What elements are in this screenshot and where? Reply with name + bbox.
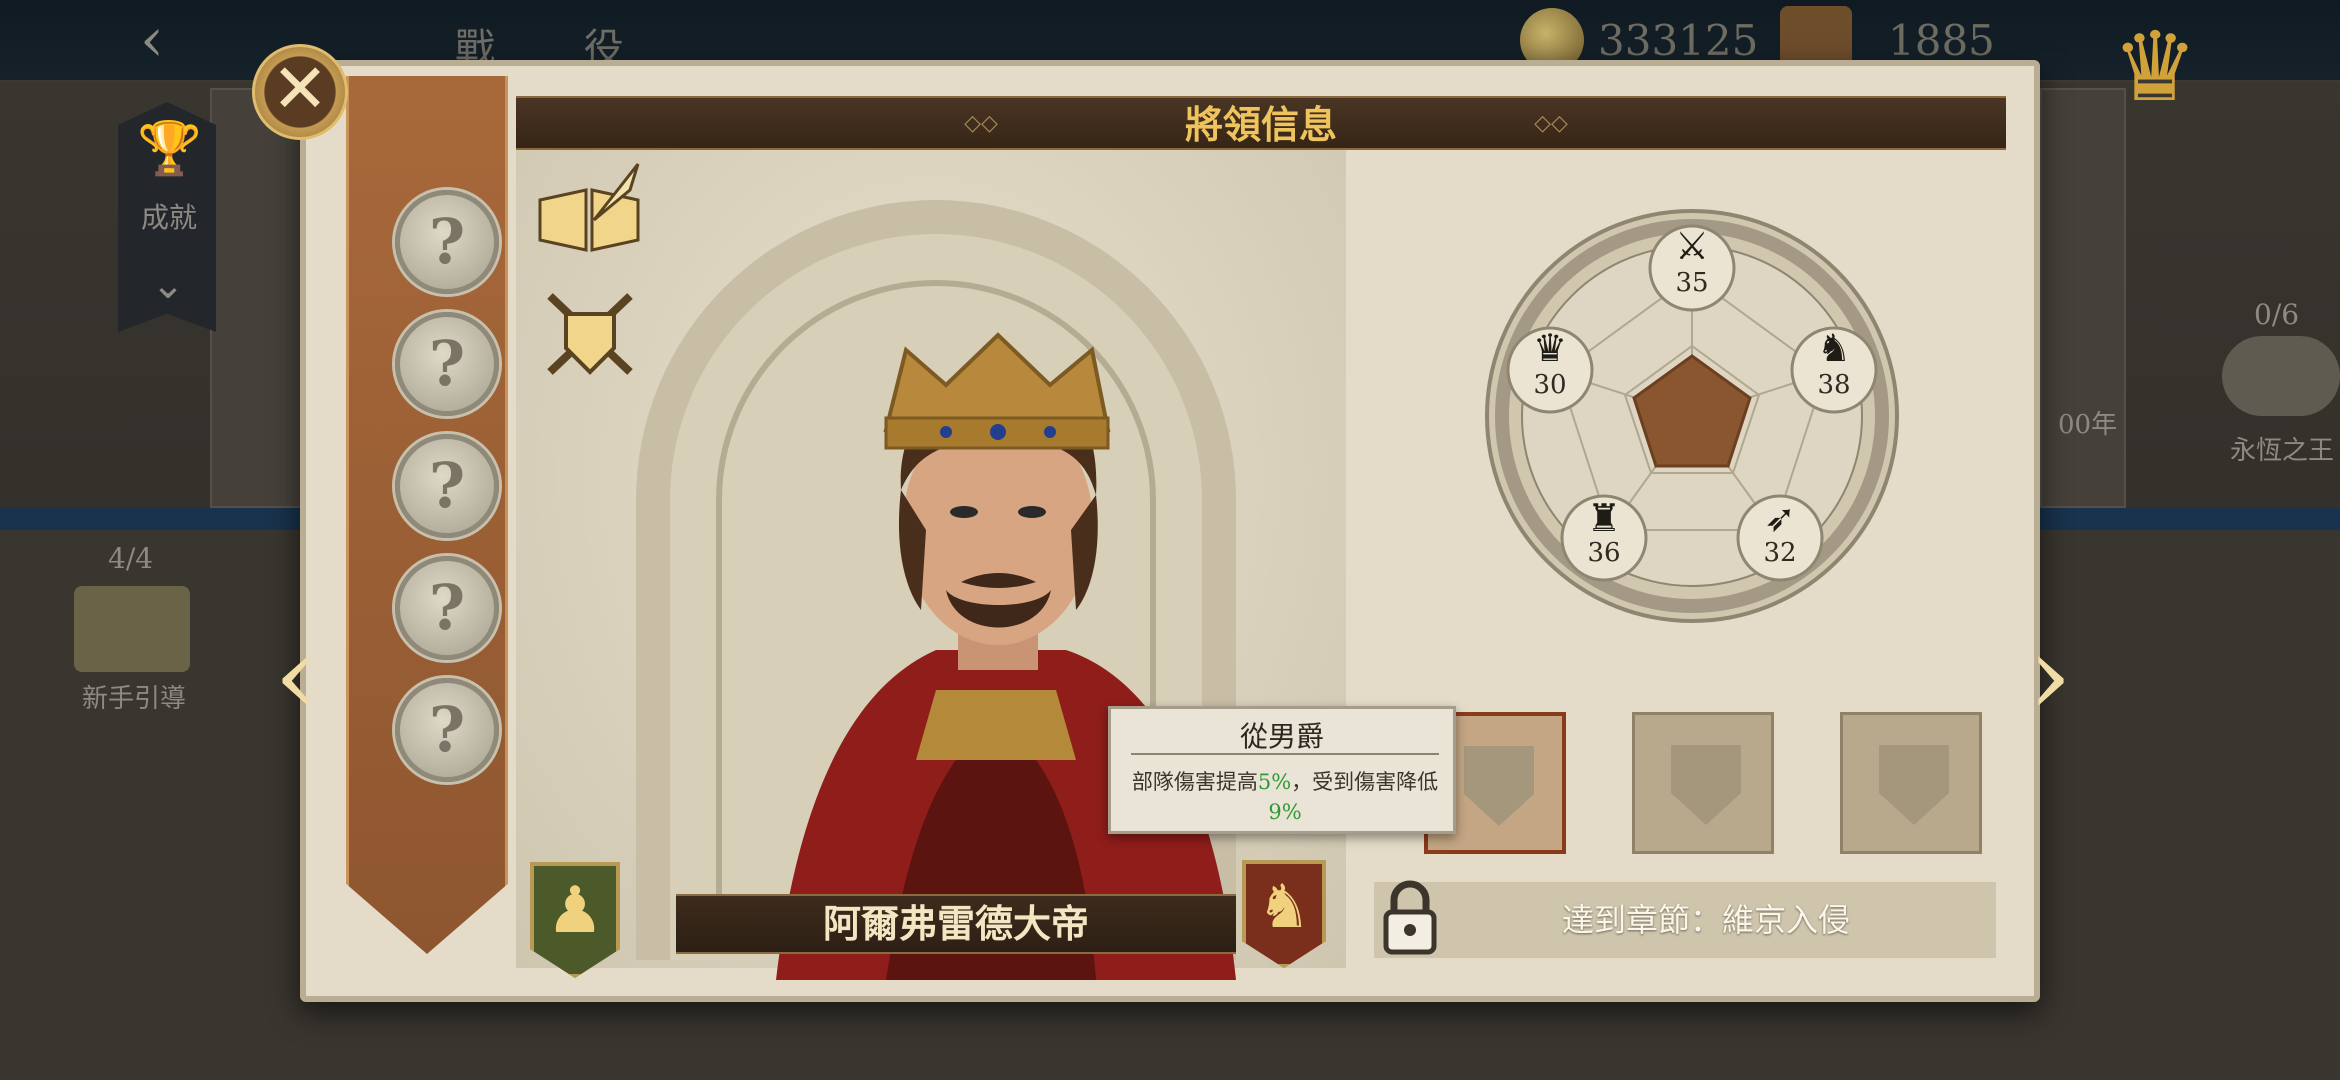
tooltip-title: 從男爵 (1239, 720, 1324, 753)
previous-general-arrow[interactable]: ‹ (266, 620, 326, 740)
skill-column: ? ? ? ? ? (346, 76, 508, 954)
title-slot-locked[interactable] (1632, 712, 1774, 854)
shield-icon (1879, 745, 1949, 825)
close-button[interactable]: ✕ (252, 44, 348, 140)
tooltip-description: 部隊傷害提高5%，受到傷害降低 9% (1121, 767, 1449, 827)
stat-value-archery: 32 (1763, 538, 1797, 568)
stat-value-defense: 36 (1587, 538, 1621, 568)
stat-value-cavalry: 38 (1817, 370, 1851, 400)
tooltip-divider (1131, 753, 1439, 755)
title-tooltip: 從男爵 部隊傷害提高5%，受到傷害降低 9% (1108, 706, 1456, 834)
chevron-down-icon: ⌄ (151, 262, 185, 308)
gem-count: 1885 (1888, 16, 1995, 65)
back-arrow-icon[interactable]: ‹ (112, 10, 192, 70)
coin-count: 333125 (1598, 16, 1759, 65)
horse-icon: ♞ (1816, 326, 1852, 370)
skill-slot-locked[interactable]: ? (395, 556, 499, 660)
guide-label: 新手引導 (82, 684, 187, 714)
general-name: 阿爾弗雷德大帝 (822, 901, 1089, 946)
guide-book-icon[interactable] (74, 586, 190, 672)
unlock-condition-text: 達到章節：維京入侵 (1561, 901, 1850, 939)
dialog-header: ◇◇ 將領信息 ◇◇ (516, 96, 2006, 150)
ornament-icon: ◇◇ (1534, 111, 1568, 136)
card-year-label: 00年 (2058, 410, 2118, 440)
knight-horse-icon: ♞ (1257, 872, 1311, 942)
tooltip-damage-bonus: 5% (1257, 770, 1292, 794)
book-quill-icon[interactable] (534, 160, 644, 256)
achievement-label: 成就 (140, 201, 197, 234)
portrait-area (516, 150, 1346, 980)
guide-count: 4/4 (108, 542, 154, 575)
stat-value-leadership: 30 (1533, 370, 1567, 400)
dialog-title: 將領信息 (1184, 102, 1337, 147)
crown-icon: ♛ (1532, 326, 1568, 370)
next-general-arrow[interactable]: › (2020, 620, 2080, 740)
trophy-icon: 🏆 (137, 119, 202, 179)
general-info-dialog: ? ? ? ? ? ◇◇ 將領信息 ◇◇ ♟ 阿爾弗雷德大帝 ♞ ⚔ 35 ♞ … (300, 60, 2040, 1002)
eternal-king-count: 0/6 (2254, 298, 2300, 331)
shield-icon (1464, 746, 1534, 826)
shield-icon (1671, 745, 1741, 825)
background-card (2040, 88, 2126, 508)
crossed-swords-icon: ⚔ (1674, 224, 1710, 268)
crossed-swords-shield-icon[interactable] (540, 286, 640, 382)
pawn-icon: ♟ (546, 874, 604, 948)
general-portrait (776, 332, 1236, 980)
bow-icon: ➶ (1764, 496, 1796, 540)
skill-slot-locked[interactable]: ? (395, 312, 499, 416)
tooltip-desc-mid: ，受到傷害降低 (1291, 770, 1439, 794)
skill-slot-locked[interactable]: ? (395, 434, 499, 538)
skill-slot-locked[interactable]: ? (395, 190, 499, 294)
skill-slot-locked[interactable]: ? (395, 678, 499, 782)
title-slot-locked[interactable] (1840, 712, 1982, 854)
laurel-lock-icon[interactable] (2222, 336, 2340, 416)
tooltip-damage-reduction: 9% (1268, 800, 1302, 824)
eternal-king-label: 永恆之王 (2230, 436, 2335, 466)
name-ribbon: 阿爾弗雷德大帝 (676, 894, 1236, 954)
crown-icon[interactable]: ♛ (2085, 19, 2225, 115)
eagle-icon: ♜ (1586, 496, 1622, 540)
tooltip-desc-prefix: 部隊傷害提高 (1131, 770, 1258, 794)
stat-value-attack: 35 (1675, 268, 1709, 298)
gem-chest-icon (1780, 6, 1852, 66)
